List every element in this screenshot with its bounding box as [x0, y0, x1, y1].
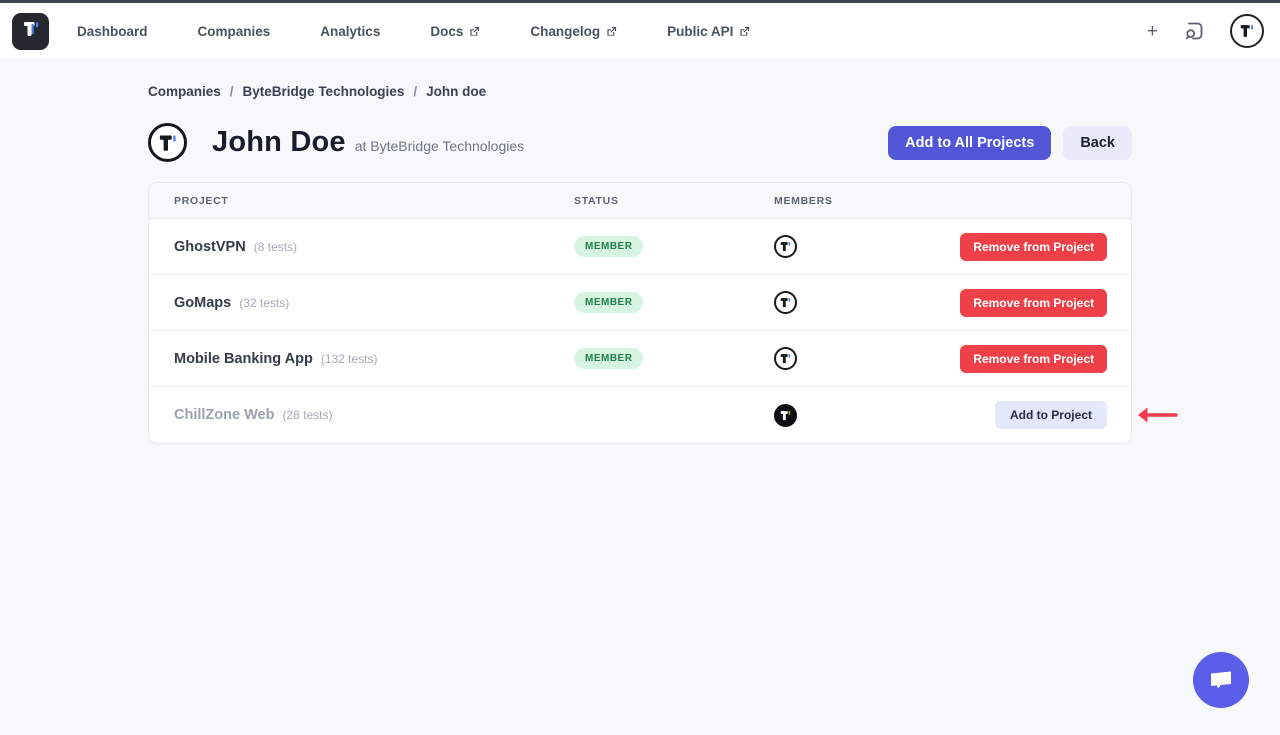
breadcrumb-companies[interactable]: Companies [148, 84, 221, 99]
external-link-icon [606, 26, 617, 37]
remove-from-project-button[interactable]: Remove from Project [960, 345, 1107, 373]
back-button[interactable]: Back [1063, 126, 1132, 160]
page-subtitle: at ByteBridge Technologies [355, 138, 524, 154]
nav-item-docs[interactable]: Docs [430, 24, 480, 39]
nav-item-label: Dashboard [77, 24, 148, 39]
project-name: ChillZone Web [174, 407, 274, 423]
project-tests-count: (28 tests) [282, 408, 332, 422]
nav-item-label: Companies [198, 24, 271, 39]
member-avatar [774, 347, 797, 370]
project-tests-count: (132 tests) [321, 352, 378, 366]
breadcrumb: Companies / ByteBridge Technologies / Jo… [148, 84, 1132, 99]
nav-item-label: Public API [667, 24, 733, 39]
member-avatar [774, 404, 797, 427]
chat-widget-button[interactable] [1193, 652, 1249, 708]
nav-item-label: Docs [430, 24, 463, 39]
nav-links: Dashboard Companies Analytics Docs Chang… [77, 24, 750, 39]
status-badge: MEMBER [574, 236, 643, 257]
add-button[interactable]: + [1147, 22, 1158, 41]
table-row: ChillZone Web (28 tests) Add to Project [149, 387, 1131, 443]
page-title: John Doe [212, 126, 346, 159]
nav-item-changelog[interactable]: Changelog [530, 24, 617, 39]
status-badge: MEMBER [574, 292, 643, 313]
header-actions: Add to All Projects Back [888, 126, 1132, 160]
person-avatar [148, 123, 187, 162]
table-row: GhostVPN (8 tests) MEMBER Remove from Pr… [149, 219, 1131, 275]
nav-item-label: Changelog [530, 24, 600, 39]
member-avatar [774, 291, 797, 314]
t-logo-icon [779, 240, 792, 253]
project-name[interactable]: Mobile Banking App [174, 351, 313, 367]
external-link-icon [469, 26, 480, 37]
remove-from-project-button[interactable]: Remove from Project [960, 233, 1107, 261]
member-avatar [774, 235, 797, 258]
breadcrumb-separator: / [230, 84, 234, 99]
table-row: Mobile Banking App (132 tests) MEMBER Re… [149, 331, 1131, 387]
nav-item-label: Analytics [320, 24, 380, 39]
breadcrumb-separator: / [413, 84, 417, 99]
column-header-members: MEMBERS [774, 195, 944, 207]
status-badge: MEMBER [574, 348, 643, 369]
project-tests-count: (8 tests) [254, 240, 297, 254]
t-logo-icon [779, 352, 792, 365]
nav-item-analytics[interactable]: Analytics [320, 24, 380, 39]
t-logo-icon [157, 132, 179, 154]
t-logo-icon [779, 296, 792, 309]
breadcrumb-current: John doe [426, 84, 486, 99]
add-to-project-button[interactable]: Add to Project [995, 401, 1107, 429]
nav-item-public-api[interactable]: Public API [667, 24, 750, 39]
breadcrumb-company[interactable]: ByteBridge Technologies [243, 84, 405, 99]
external-link-icon [739, 26, 750, 37]
column-header-project: PROJECT [149, 195, 574, 207]
page-header: John Doe at ByteBridge Technologies Add … [148, 123, 1132, 162]
t-logo-icon [20, 18, 42, 45]
project-name[interactable]: GoMaps [174, 295, 231, 311]
user-avatar[interactable] [1230, 14, 1264, 48]
remove-from-project-button[interactable]: Remove from Project [960, 289, 1107, 317]
project-name[interactable]: GhostVPN [174, 239, 246, 255]
table-header: PROJECT STATUS MEMBERS [149, 183, 1131, 219]
t-logo-icon [1238, 22, 1256, 40]
page-title-group: John Doe at ByteBridge Technologies [212, 126, 524, 159]
top-navbar: Dashboard Companies Analytics Docs Chang… [0, 3, 1280, 60]
search-icon[interactable] [1184, 21, 1204, 41]
main-content: Companies / ByteBridge Technologies / Jo… [148, 84, 1132, 444]
annotation-arrow-icon [1136, 406, 1178, 424]
chat-bubble-icon [1208, 668, 1234, 692]
app-logo[interactable] [12, 13, 49, 50]
t-logo-icon [779, 409, 792, 422]
projects-table: PROJECT STATUS MEMBERS GhostVPN (8 tests… [148, 182, 1132, 444]
project-tests-count: (32 tests) [239, 296, 289, 310]
table-row: GoMaps (32 tests) MEMBER Remove from Pro… [149, 275, 1131, 331]
navbar-right: + [1147, 14, 1264, 48]
nav-item-dashboard[interactable]: Dashboard [77, 24, 148, 39]
column-header-status: STATUS [574, 195, 774, 207]
nav-item-companies[interactable]: Companies [198, 24, 271, 39]
add-to-all-projects-button[interactable]: Add to All Projects [888, 126, 1051, 160]
